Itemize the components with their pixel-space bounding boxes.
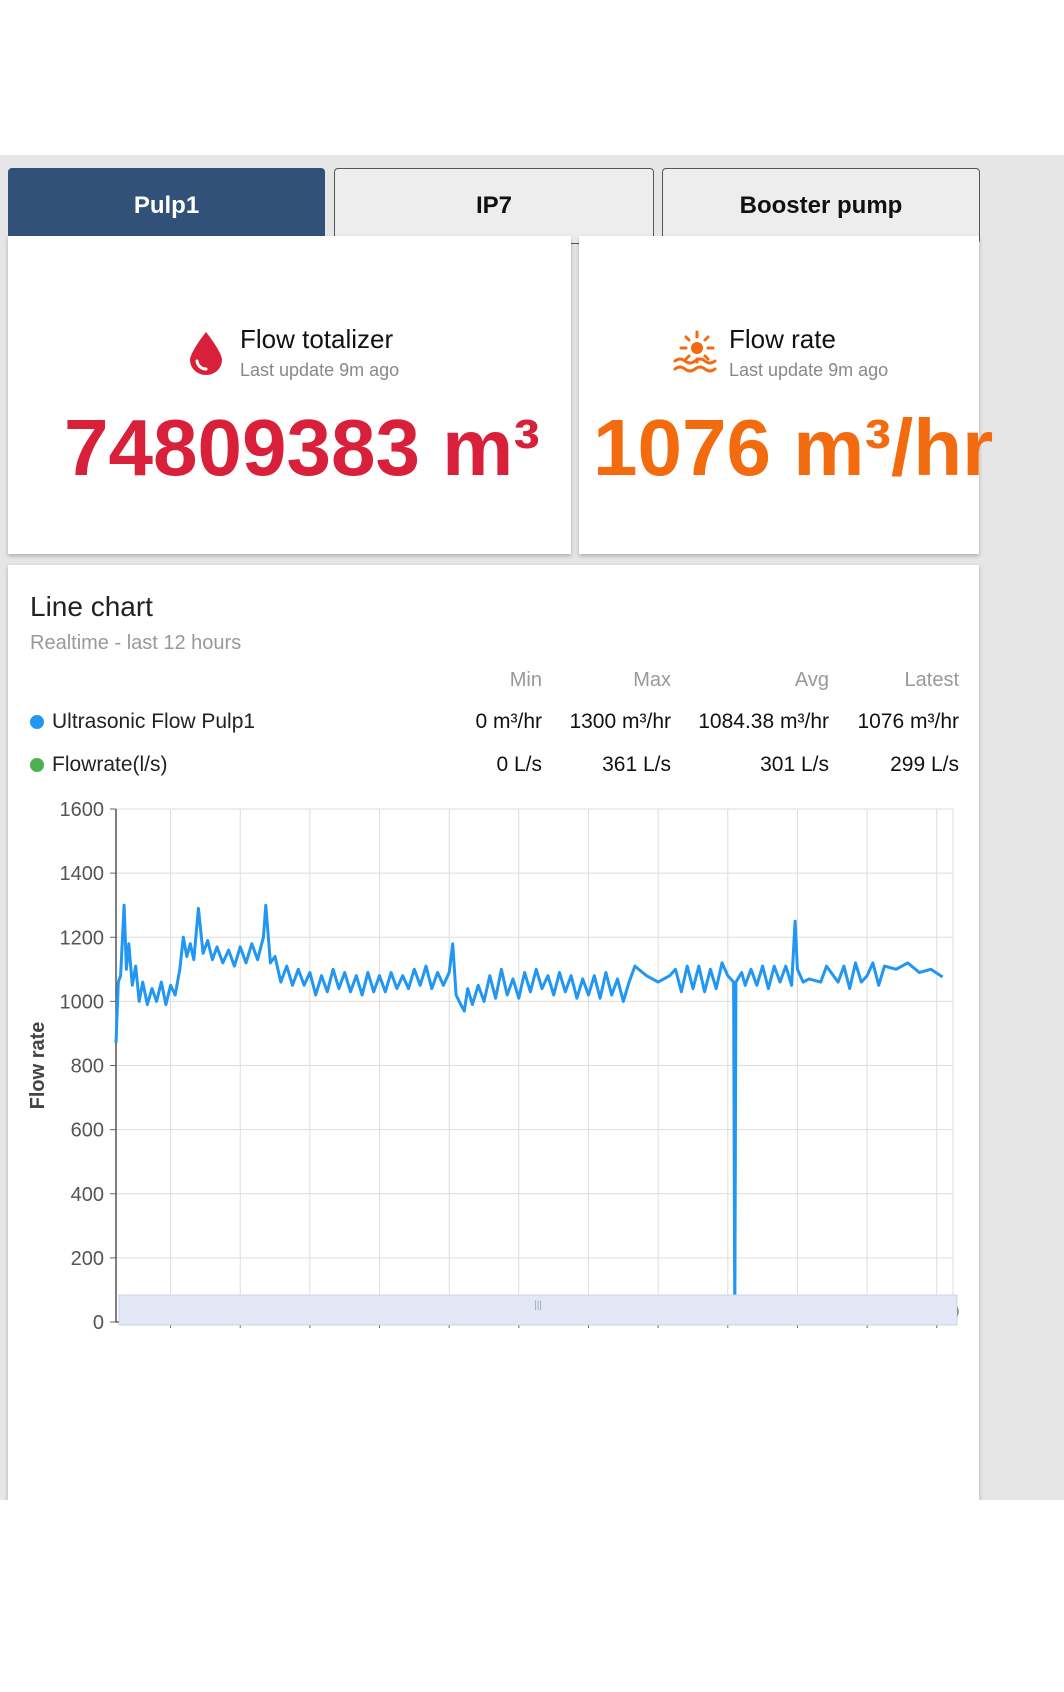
line-chart-card: Line chart Realtime - last 12 hours Min … xyxy=(8,565,979,1500)
col-max: Max xyxy=(633,669,671,691)
legend-dot xyxy=(30,715,44,729)
col-latest: Latest xyxy=(904,669,959,691)
flow-rate-updated: Last update 9m ago xyxy=(729,360,889,380)
tab-pulp1[interactable]: Pulp1 xyxy=(8,168,325,244)
tab-ip7[interactable]: IP7 xyxy=(334,168,654,244)
flow-line-chart[interactable]: 0200400600800100012001400160004:0005:000… xyxy=(8,785,979,1335)
y-axis-label: Flow rate xyxy=(27,1022,49,1110)
flow-totalizer-updated: Last update 9m ago xyxy=(240,360,400,380)
legend-dot xyxy=(30,758,44,772)
col-min: Min xyxy=(509,669,542,691)
water-drop-icon xyxy=(186,330,226,376)
y-tick-label: 1400 xyxy=(60,863,105,885)
flow-rate-card: Flow rate Last update 9m ago 1076 m³/hr xyxy=(579,236,993,554)
stat-max: 361 L/s xyxy=(602,753,671,776)
y-tick-label: 600 xyxy=(71,1120,104,1142)
slider-handle-icon[interactable]: ||| xyxy=(534,1300,542,1311)
y-tick-label: 200 xyxy=(71,1248,104,1270)
stat-max: 1300 m³/hr xyxy=(569,710,671,733)
sun-waves-icon xyxy=(673,328,717,374)
legend-series-flowrate[interactable]: Flowrate(l/s) xyxy=(30,753,168,777)
stat-latest: 1076 m³/hr xyxy=(857,710,959,733)
y-tick-label: 800 xyxy=(71,1056,104,1078)
col-avg: Avg xyxy=(794,669,829,691)
legend-label: Flowrate(l/s) xyxy=(52,753,168,776)
flow-totalizer-card: Flow totalizer Last update 9m ago 748093… xyxy=(8,236,571,554)
stat-latest: 299 L/s xyxy=(890,753,959,776)
legend-series-ultrasonic[interactable]: Ultrasonic Flow Pulp1 xyxy=(30,710,255,734)
flow-totalizer-title: Flow totalizer xyxy=(240,324,394,354)
device-tabs: Pulp1 IP7 Booster pump xyxy=(8,168,1057,246)
y-tick-label: 1600 xyxy=(60,799,105,821)
dashboard: Pulp1 IP7 Booster pump Flow totalizer La… xyxy=(0,155,1064,1500)
flow-rate-value: 1076 m³/hr xyxy=(593,403,994,492)
zoom-slider[interactable]: ||| xyxy=(118,1294,958,1326)
y-tick-label: 1000 xyxy=(60,991,105,1013)
flow-totalizer-value: 74809383 m³ xyxy=(64,403,540,492)
y-tick-label: 400 xyxy=(71,1184,104,1206)
flow-rate-title: Flow rate xyxy=(729,324,836,354)
y-tick-label: 0 xyxy=(93,1312,104,1334)
tab-booster-pump[interactable]: Booster pump xyxy=(662,168,980,244)
y-tick-label: 1200 xyxy=(60,927,105,949)
chart-subtitle: Realtime - last 12 hours xyxy=(30,632,242,654)
chart-title: Line chart xyxy=(30,591,153,622)
legend-label: Ultrasonic Flow Pulp1 xyxy=(52,710,256,733)
